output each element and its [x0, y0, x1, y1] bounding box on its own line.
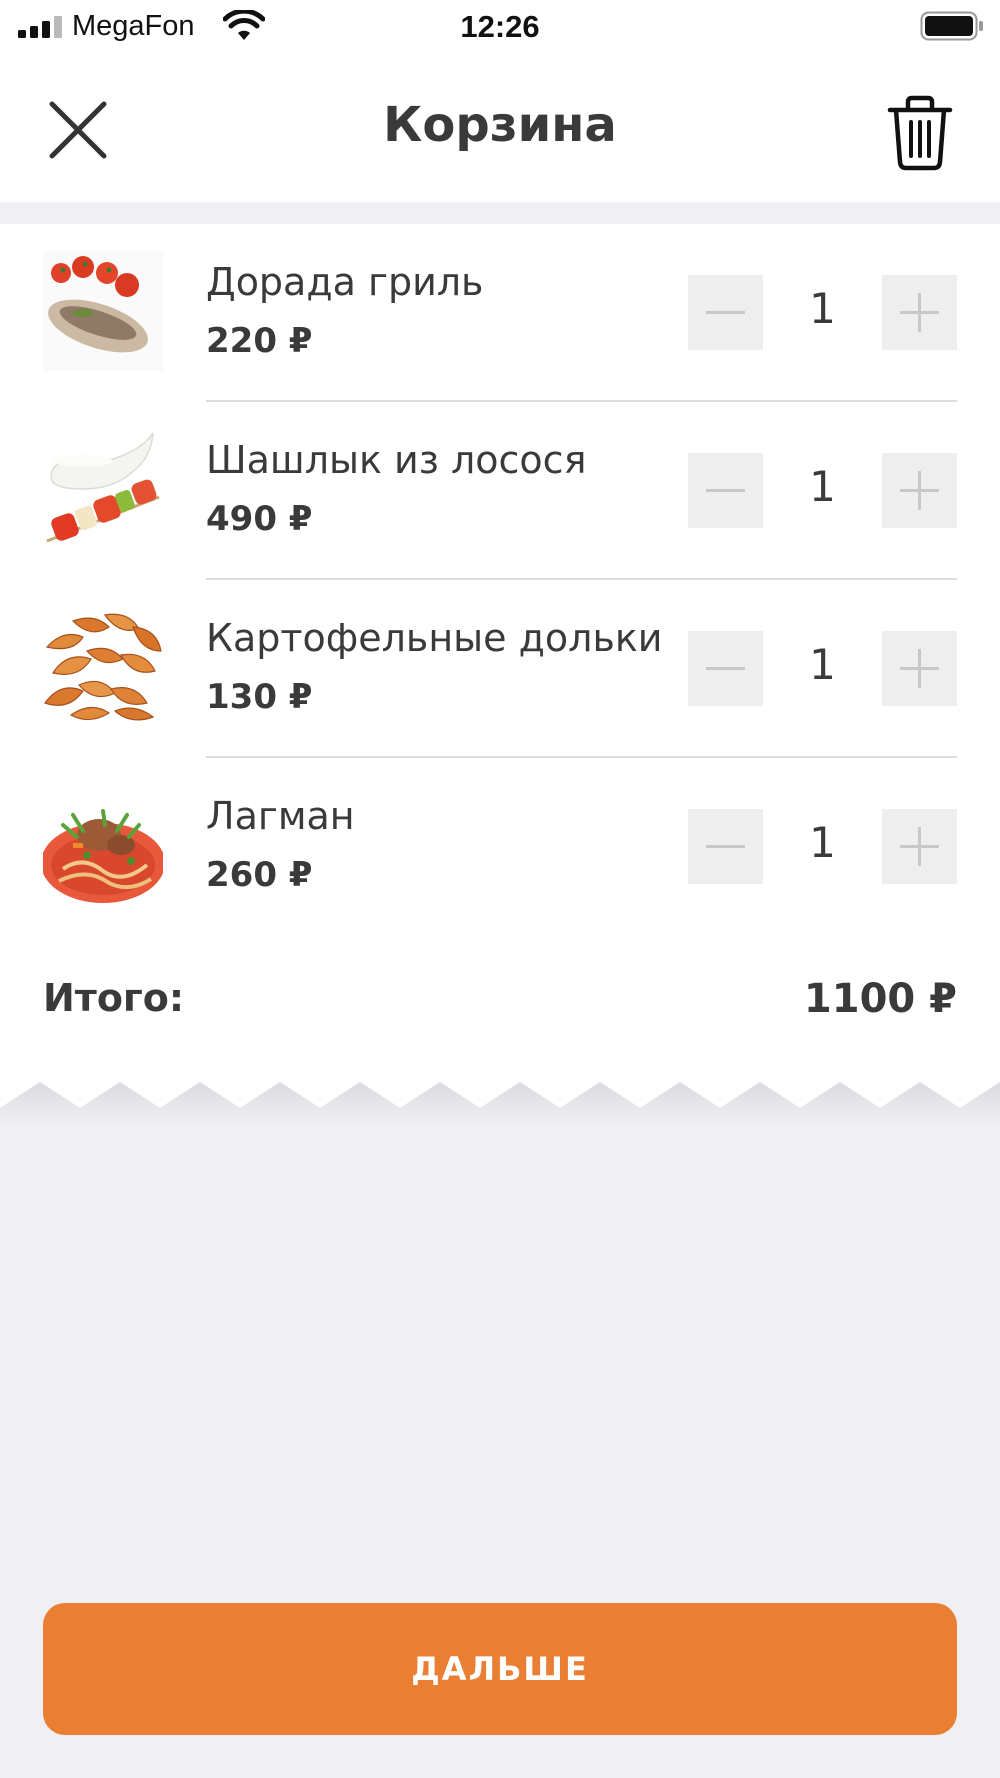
section-gap — [0, 202, 1000, 224]
decrease-quantity-button[interactable] — [688, 631, 763, 706]
quantity-value: 1 — [809, 818, 836, 867]
item-price: 490 ₽ — [206, 499, 313, 539]
decrease-quantity-button[interactable] — [688, 275, 763, 350]
item-price: 130 ₽ — [206, 677, 313, 717]
quantity-value: 1 — [809, 284, 836, 333]
cart-item: Лагман 260 ₽ 1 — [0, 758, 1000, 936]
status-time: 12:26 — [460, 9, 540, 44]
minus-icon — [706, 311, 745, 314]
increase-quantity-button[interactable] — [882, 809, 957, 884]
nav-bar: Корзина — [0, 52, 1000, 202]
item-price: 260 ₽ — [206, 855, 313, 895]
item-name: Шашлык из лосося — [206, 438, 587, 482]
cart-item: Шашлык из лосося 490 ₽ 1 — [0, 402, 1000, 580]
item-price: 220 ₽ — [206, 321, 313, 361]
plus-icon — [900, 827, 939, 866]
quantity-value: 1 — [809, 462, 836, 511]
next-button-label: ДАЛЬШЕ — [411, 1650, 589, 1688]
cart-screen: MegaFon 12:26 Корзина Дорада гриль 220 ₽… — [0, 0, 1000, 1778]
cart-item: Дорада гриль 220 ₽ 1 — [0, 224, 1000, 402]
page-title: Корзина — [383, 97, 617, 153]
next-button[interactable]: ДАЛЬШЕ — [43, 1603, 957, 1735]
potato-wedges-image — [43, 607, 163, 727]
cart-item: Картофельные дольки 130 ₽ 1 — [0, 580, 1000, 758]
plus-icon — [900, 471, 939, 510]
trash-icon — [887, 95, 953, 171]
minus-icon — [706, 489, 745, 492]
decrease-quantity-button[interactable] — [688, 809, 763, 884]
decrease-quantity-button[interactable] — [688, 453, 763, 528]
minus-icon — [706, 667, 745, 670]
status-bar: MegaFon 12:26 — [0, 0, 1000, 52]
lagman-image — [43, 785, 163, 905]
increase-quantity-button[interactable] — [882, 275, 957, 350]
total-value: 1100 ₽ — [803, 976, 957, 1022]
clear-cart-button[interactable] — [884, 92, 956, 172]
minus-icon — [706, 845, 745, 848]
total-label: Итого: — [43, 976, 185, 1020]
plus-icon — [900, 649, 939, 688]
receipt-edge — [0, 1068, 1000, 1128]
plus-icon — [900, 293, 939, 332]
item-name: Дорада гриль — [206, 260, 484, 304]
grilled-dorado-image — [43, 251, 163, 371]
item-name: Лагман — [206, 794, 355, 838]
cart-card: Дорада гриль 220 ₽ 1 Шашлык из лосося 49… — [0, 224, 1000, 1072]
quantity-value: 1 — [809, 640, 836, 689]
item-name: Картофельные дольки — [206, 616, 663, 660]
battery-icon — [920, 11, 983, 41]
increase-quantity-button[interactable] — [882, 453, 957, 528]
salmon-skewer-image — [43, 429, 163, 549]
increase-quantity-button[interactable] — [882, 631, 957, 706]
